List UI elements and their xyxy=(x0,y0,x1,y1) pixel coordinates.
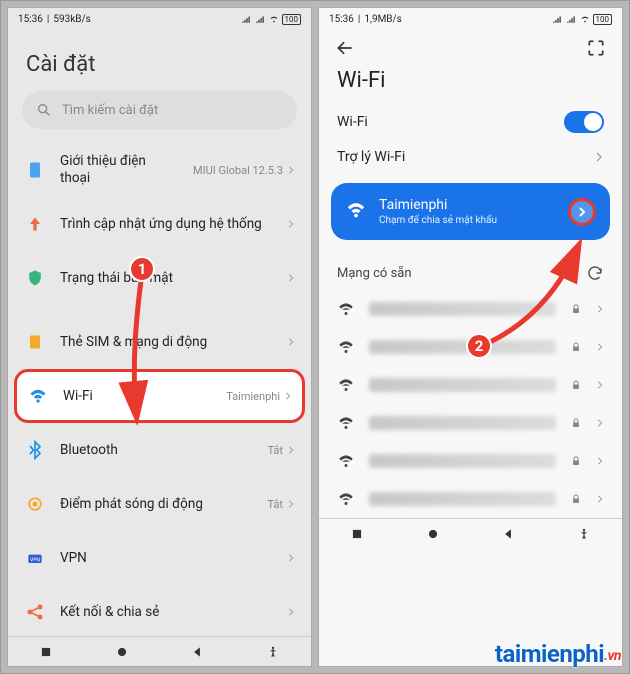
network-row[interactable] xyxy=(319,366,622,404)
chevron-right-icon xyxy=(596,457,604,465)
annotation-arrow-1 xyxy=(111,276,171,426)
annotation-badge-2: 2 xyxy=(466,333,492,359)
battery-icon: 100 xyxy=(593,14,613,25)
share-icon xyxy=(24,601,46,623)
nav-accessibility-icon[interactable] xyxy=(577,527,591,541)
battery-icon: 100 xyxy=(282,14,302,25)
settings-item-update[interactable]: Trình cập nhật ứng dụng hệ thống xyxy=(8,197,311,251)
chevron-right-icon xyxy=(287,338,295,346)
network-name-obscured xyxy=(369,378,556,392)
network-name-obscured xyxy=(369,492,556,506)
lock-icon xyxy=(570,455,582,467)
wifi-assistant-row[interactable]: Trợ lý Wi-Fi xyxy=(319,141,622,173)
status-bar: 15:36 | 1,9MB/s 100 xyxy=(319,8,622,28)
wifi-toggle[interactable] xyxy=(564,111,604,133)
search-placeholder: Tìm kiếm cài đặt xyxy=(62,103,158,118)
chevron-right-icon xyxy=(284,392,292,400)
chevron-right-icon xyxy=(287,166,295,174)
nav-home-icon[interactable] xyxy=(115,645,129,659)
nav-back-icon[interactable] xyxy=(501,527,515,541)
lock-icon xyxy=(570,417,582,429)
available-networks-header: Mạng có sẵn xyxy=(337,266,412,281)
network-details-button[interactable] xyxy=(568,198,596,226)
wifi-icon xyxy=(337,376,355,394)
wifi-icon xyxy=(337,490,355,508)
wifi-icon xyxy=(337,338,355,356)
chevron-right-icon xyxy=(287,220,295,228)
page-title: Wi-Fi xyxy=(319,62,622,103)
network-row[interactable] xyxy=(319,404,622,442)
phone-icon xyxy=(24,159,46,181)
wifi-toggle-row[interactable]: Wi-Fi xyxy=(319,103,622,141)
annotation-badge-1: 1 xyxy=(129,256,155,282)
chevron-right-icon xyxy=(596,495,604,503)
status-speed: 1,9MB/s xyxy=(364,14,401,25)
vpn-icon: VPN xyxy=(24,547,46,569)
nav-home-icon[interactable] xyxy=(426,527,440,541)
bluetooth-icon xyxy=(24,439,46,461)
lock-icon xyxy=(570,493,582,505)
network-row[interactable] xyxy=(319,480,622,518)
nav-recent-icon[interactable] xyxy=(39,645,53,659)
signal-icon xyxy=(240,14,252,24)
signal-icon xyxy=(565,14,577,24)
nav-recent-icon[interactable] xyxy=(350,527,364,541)
chevron-right-icon xyxy=(287,500,295,508)
chevron-right-icon xyxy=(287,274,295,282)
sim-icon xyxy=(24,331,46,353)
chevron-right-icon xyxy=(596,381,604,389)
lock-icon xyxy=(570,379,582,391)
hotspot-icon xyxy=(24,493,46,515)
chevron-right-icon xyxy=(287,608,295,616)
settings-item-about[interactable]: Giới thiệu điện thoại MIUI Global 12.5.3 xyxy=(8,143,311,197)
nav-bar xyxy=(8,636,311,666)
back-icon[interactable] xyxy=(335,38,355,58)
watermark: taimienphi.vn xyxy=(495,640,621,669)
status-bar: 15:36 | 593kB/s 100 xyxy=(8,8,311,28)
status-time: 15:36 xyxy=(329,14,354,25)
settings-item-vpn[interactable]: VPN VPN xyxy=(8,531,311,585)
status-time: 15:36 xyxy=(18,14,43,25)
shield-icon xyxy=(24,267,46,289)
search-icon xyxy=(36,102,52,118)
connected-name: Taimienphi xyxy=(379,197,556,213)
network-name-obscured xyxy=(369,454,556,468)
wifi-icon xyxy=(337,414,355,432)
nav-back-icon[interactable] xyxy=(190,645,204,659)
settings-item-share[interactable]: Kết nối & chia sẻ xyxy=(8,585,311,636)
arrow-up-icon xyxy=(24,213,46,235)
wifi-status-icon xyxy=(268,14,280,24)
network-row[interactable] xyxy=(319,442,622,480)
chevron-right-icon xyxy=(577,207,587,217)
signal-icon xyxy=(551,14,563,24)
annotation-arrow-2 xyxy=(476,236,596,356)
network-name-obscured xyxy=(369,416,556,430)
settings-item-bluetooth[interactable]: Bluetooth Tắt xyxy=(8,423,311,477)
wifi-icon xyxy=(345,199,367,225)
signal-icon xyxy=(254,14,266,24)
chevron-right-icon xyxy=(594,152,604,162)
connected-network-card[interactable]: Taimienphi Chạm để chia sẻ mật khẩu xyxy=(331,183,610,240)
scan-icon[interactable] xyxy=(586,38,606,58)
search-input[interactable]: Tìm kiếm cài đặt xyxy=(22,91,297,129)
wifi-icon xyxy=(337,300,355,318)
status-speed: 593kB/s xyxy=(53,14,90,25)
connected-subtitle: Chạm để chia sẻ mật khẩu xyxy=(379,215,556,226)
chevron-right-icon xyxy=(287,446,295,454)
wifi-status-icon xyxy=(579,14,591,24)
chevron-right-icon xyxy=(596,305,604,313)
chevron-right-icon xyxy=(287,554,295,562)
settings-item-hotspot[interactable]: Điểm phát sóng di động Tắt xyxy=(8,477,311,531)
chevron-right-icon xyxy=(596,419,604,427)
svg-text:VPN: VPN xyxy=(30,557,40,563)
wifi-icon xyxy=(27,385,49,407)
chevron-right-icon xyxy=(596,343,604,351)
nav-bar xyxy=(319,518,622,548)
nav-accessibility-icon[interactable] xyxy=(266,645,280,659)
page-title: Cài đặt xyxy=(8,28,311,91)
wifi-icon xyxy=(337,452,355,470)
